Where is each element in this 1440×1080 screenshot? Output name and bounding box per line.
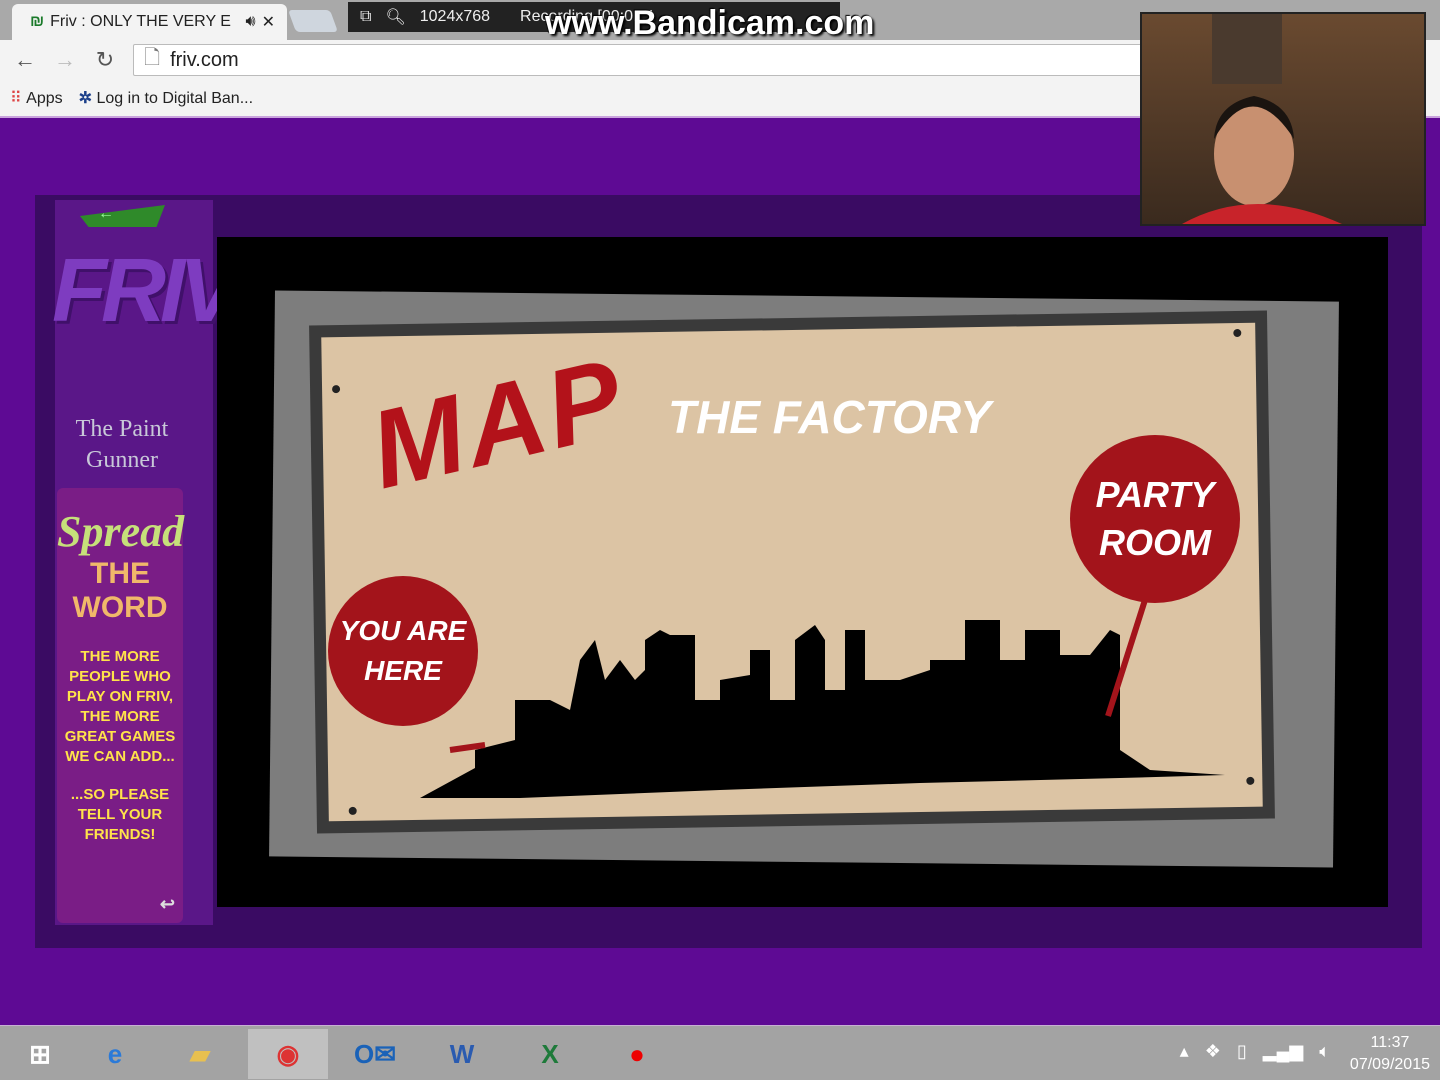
volume-icon[interactable]: 🔈︎ [1319,1041,1330,1062]
time: 11:37 [1370,1034,1410,1051]
date: 07/09/2015 [1349,1056,1430,1073]
url: friv.com [170,48,239,71]
internet-explorer-icon[interactable]: e [75,1029,155,1079]
friv-favicon-icon: ₪ [30,13,45,30]
tab-title: Friv : ONLY THE VERY E [50,13,231,30]
screw-icon [348,806,357,815]
excel-icon[interactable]: X [510,1029,590,1079]
bookmark-apps[interactable]: ⠿ Apps [10,88,63,108]
show-hidden-icons-icon[interactable]: ▴ [1180,1041,1189,1062]
new-tab-button[interactable] [287,10,339,32]
friv-logo[interactable]: FRIV [52,240,239,343]
spread-the-word-panel: Spread THE WORD THE MORE PEOPLE WHO PLAY… [57,488,185,923]
the-word-heading: THE WORD [72,557,168,624]
network-signal-icon[interactable]: ▂▄▆ [1263,1041,1303,1062]
audio-icon: 🔊︎ [245,13,256,30]
game-title: The Paint Gunner [75,416,169,473]
start-windows-icon[interactable]: ⊞ [0,1029,80,1079]
spread-heading: Spread [57,507,185,556]
browser-tab[interactable]: ₪ Friv : ONLY THE VERY E 🔊︎ ✕ [12,4,287,40]
chrome-icon[interactable]: ◉ [248,1029,328,1079]
return-icon[interactable]: ↩ [160,894,175,915]
screw-icon [1246,776,1255,785]
outlook-icon[interactable]: O✉ [335,1029,415,1079]
webcam-overlay [1140,12,1426,226]
screw-icon [332,385,341,394]
party-room-pin[interactable]: PARTY ROOM [1070,435,1240,603]
location-title: THE FACTORY [668,391,991,443]
bookmark-digital-banking[interactable]: ✲ Log in to Digital Ban... [79,88,253,108]
spread-message: THE MORE PEOPLE WHO PLAY ON FRIV, THE MO… [64,648,176,765]
word-icon[interactable]: W [422,1029,502,1079]
forward-icon[interactable]: → [45,47,85,73]
you-are-here-pin: YOU ARE HERE [328,576,478,726]
file-explorer-icon[interactable]: ▰ [160,1029,240,1079]
search-icon[interactable]: 🔍︎ [385,7,405,27]
webcam-person-image [1182,14,1342,224]
factory-skyline [420,600,1225,798]
bank-logo-icon: ✲ [78,90,93,107]
address-bar[interactable]: 🗋 friv.com [133,44,1233,76]
clock[interactable]: 11:37 07/09/2015 [1350,1032,1430,1076]
bandicam-record-icon[interactable]: ● [597,1029,677,1079]
apps-grid-icon: ⠿ [10,90,22,107]
back-icon[interactable]: ← [5,47,45,73]
watermark: www.Bandicam.com [545,4,875,42]
window-icon[interactable]: ⧉ [360,8,371,26]
dropbox-icon[interactable]: ❖ [1205,1041,1221,1062]
close-tab-icon[interactable]: ✕ [262,12,275,32]
resolution: 1024x768 [419,8,491,25]
taskbar: ⊞ e ▰ ◉ O✉ W X ● ▴ ❖ ▯ ▂▄▆ 🔈︎ 11:37 07/0… [0,1025,1440,1080]
reload-icon[interactable]: ↻ [85,47,125,73]
system-tray: ▴ ❖ ▯ ▂▄▆ 🔈︎ [1180,1041,1330,1062]
power-icon[interactable]: ▯ [1237,1041,1247,1062]
page-icon: 🗋 [144,47,161,69]
spread-message-2: ...SO PLEASE TELL YOUR FRIENDS! [70,786,170,843]
screw-icon [1233,328,1242,338]
